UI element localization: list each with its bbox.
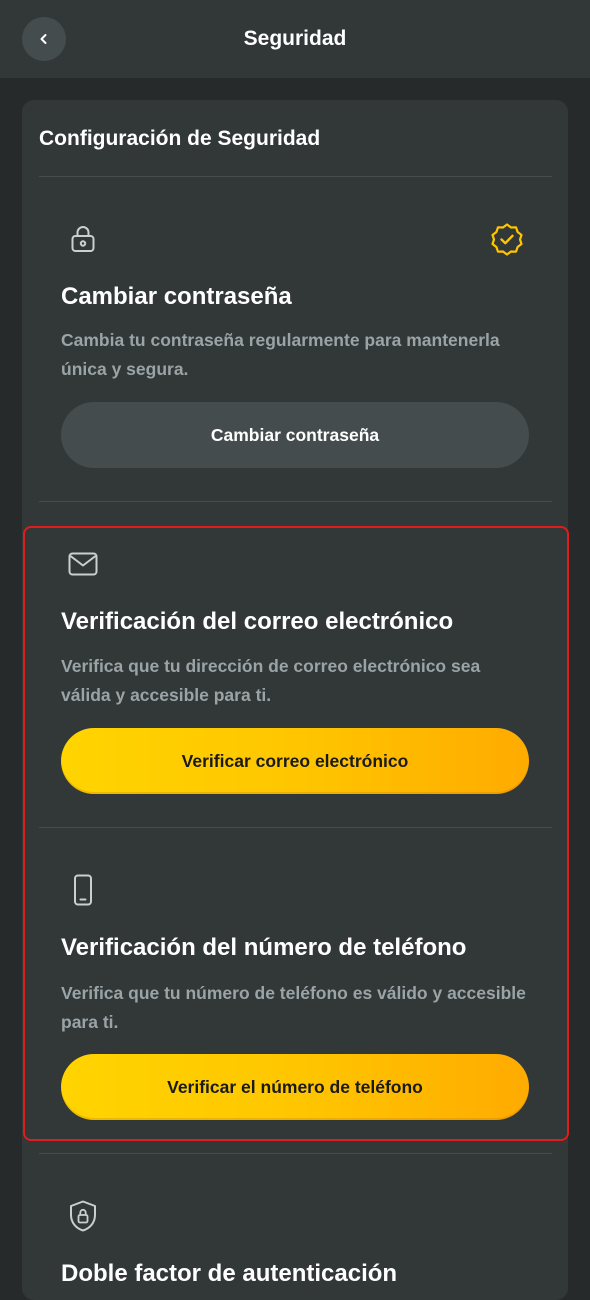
phone-verification-description: Verifica que tu número de teléfono es vá…	[61, 983, 526, 1032]
divider	[39, 1153, 552, 1154]
mail-icon	[65, 546, 101, 582]
verified-badge-icon	[489, 221, 525, 257]
phone-verification-title: Verificación del número de teléfono	[61, 934, 467, 961]
change-password-description: Cambia tu contraseña regularmente para m…	[61, 330, 500, 379]
verify-email-button[interactable]: Verificar correo electrónico	[61, 728, 529, 794]
top-bar: Seguridad	[0, 0, 590, 78]
verify-phone-button[interactable]: Verificar el número de teléfono	[61, 1054, 529, 1120]
divider	[39, 176, 552, 177]
lock-icon	[65, 221, 101, 257]
divider	[39, 827, 552, 828]
shield-lock-icon	[65, 1198, 101, 1234]
panel-title: Configuración de Seguridad	[39, 127, 321, 150]
change-password-title: Cambiar contraseña	[61, 283, 292, 310]
phone-icon	[65, 872, 101, 908]
change-password-button[interactable]: Cambiar contraseña	[61, 402, 529, 468]
divider	[39, 501, 552, 502]
page-title: Seguridad	[243, 27, 347, 50]
email-verification-title: Verificación del correo electrónico	[61, 608, 454, 635]
email-verification-description: Verifica que tu dirección de correo elec…	[61, 656, 481, 705]
two-factor-title: Doble factor de autenticación	[61, 1260, 398, 1287]
